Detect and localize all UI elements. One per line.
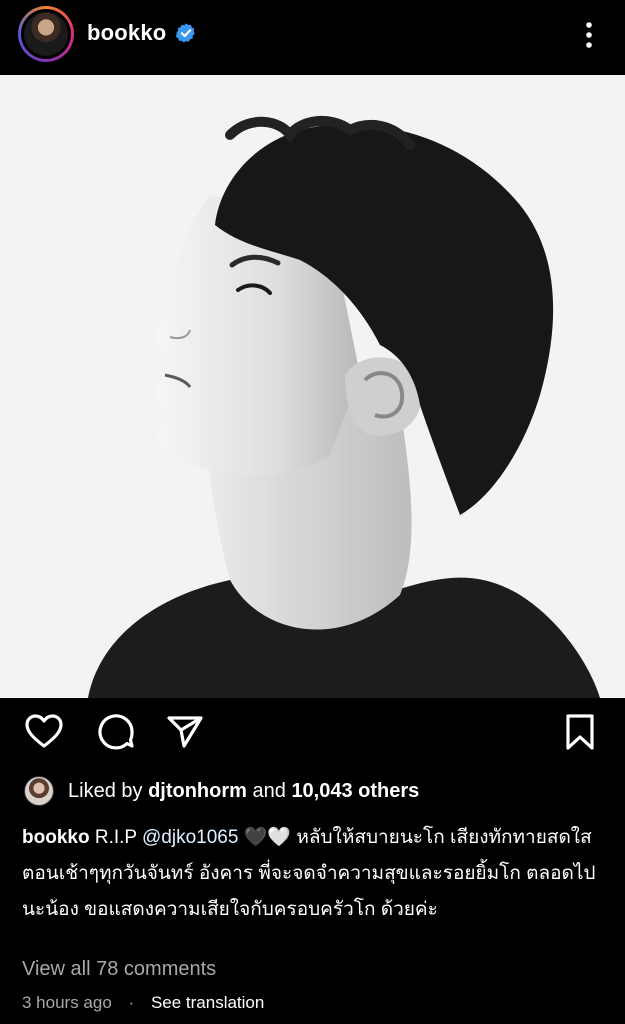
likes-prefix: Liked by (68, 780, 143, 802)
likes-connector: and (252, 780, 286, 802)
more-vertical-icon[interactable] (577, 18, 601, 52)
liker-avatar (24, 776, 54, 806)
post-timestamp: 3 hours ago (22, 993, 112, 1012)
profile-avatar[interactable] (18, 6, 74, 62)
likes-others[interactable]: 10,043 others (291, 780, 419, 802)
post-caption: bookko R.I.P @djko1065 🖤🤍 หลับให้สบายนะโ… (22, 820, 612, 928)
post-username[interactable]: bookko (87, 20, 166, 46)
portrait-illustration (0, 75, 625, 698)
verified-badge-icon (175, 23, 195, 43)
likes-summary: Liked by djtonhorm and 10,043 others (68, 780, 419, 803)
caption-rip: R.I.P (94, 827, 137, 848)
caption-mention[interactable]: @djko1065 (142, 827, 238, 848)
post-meta: 3 hours ago · See translation (22, 993, 264, 1013)
comment-icon[interactable] (94, 710, 138, 754)
likes-row[interactable]: Liked by djtonhorm and 10,043 others (24, 776, 614, 808)
bookmark-icon[interactable] (558, 710, 602, 754)
heart-icon[interactable] (22, 710, 66, 754)
liker-username[interactable]: djtonhorm (148, 780, 247, 802)
post-header: bookko (0, 0, 625, 75)
profile-avatar-image (21, 9, 71, 59)
see-translation-link[interactable]: See translation (151, 993, 264, 1012)
caption-username[interactable]: bookko (22, 827, 90, 848)
share-icon[interactable] (163, 710, 207, 754)
meta-separator: · (128, 993, 135, 1012)
post-photo[interactable] (0, 75, 625, 698)
view-all-comments-link[interactable]: View all 78 comments (22, 958, 216, 981)
caption-hearts: 🖤🤍 (243, 827, 292, 848)
post-actions (0, 710, 625, 762)
